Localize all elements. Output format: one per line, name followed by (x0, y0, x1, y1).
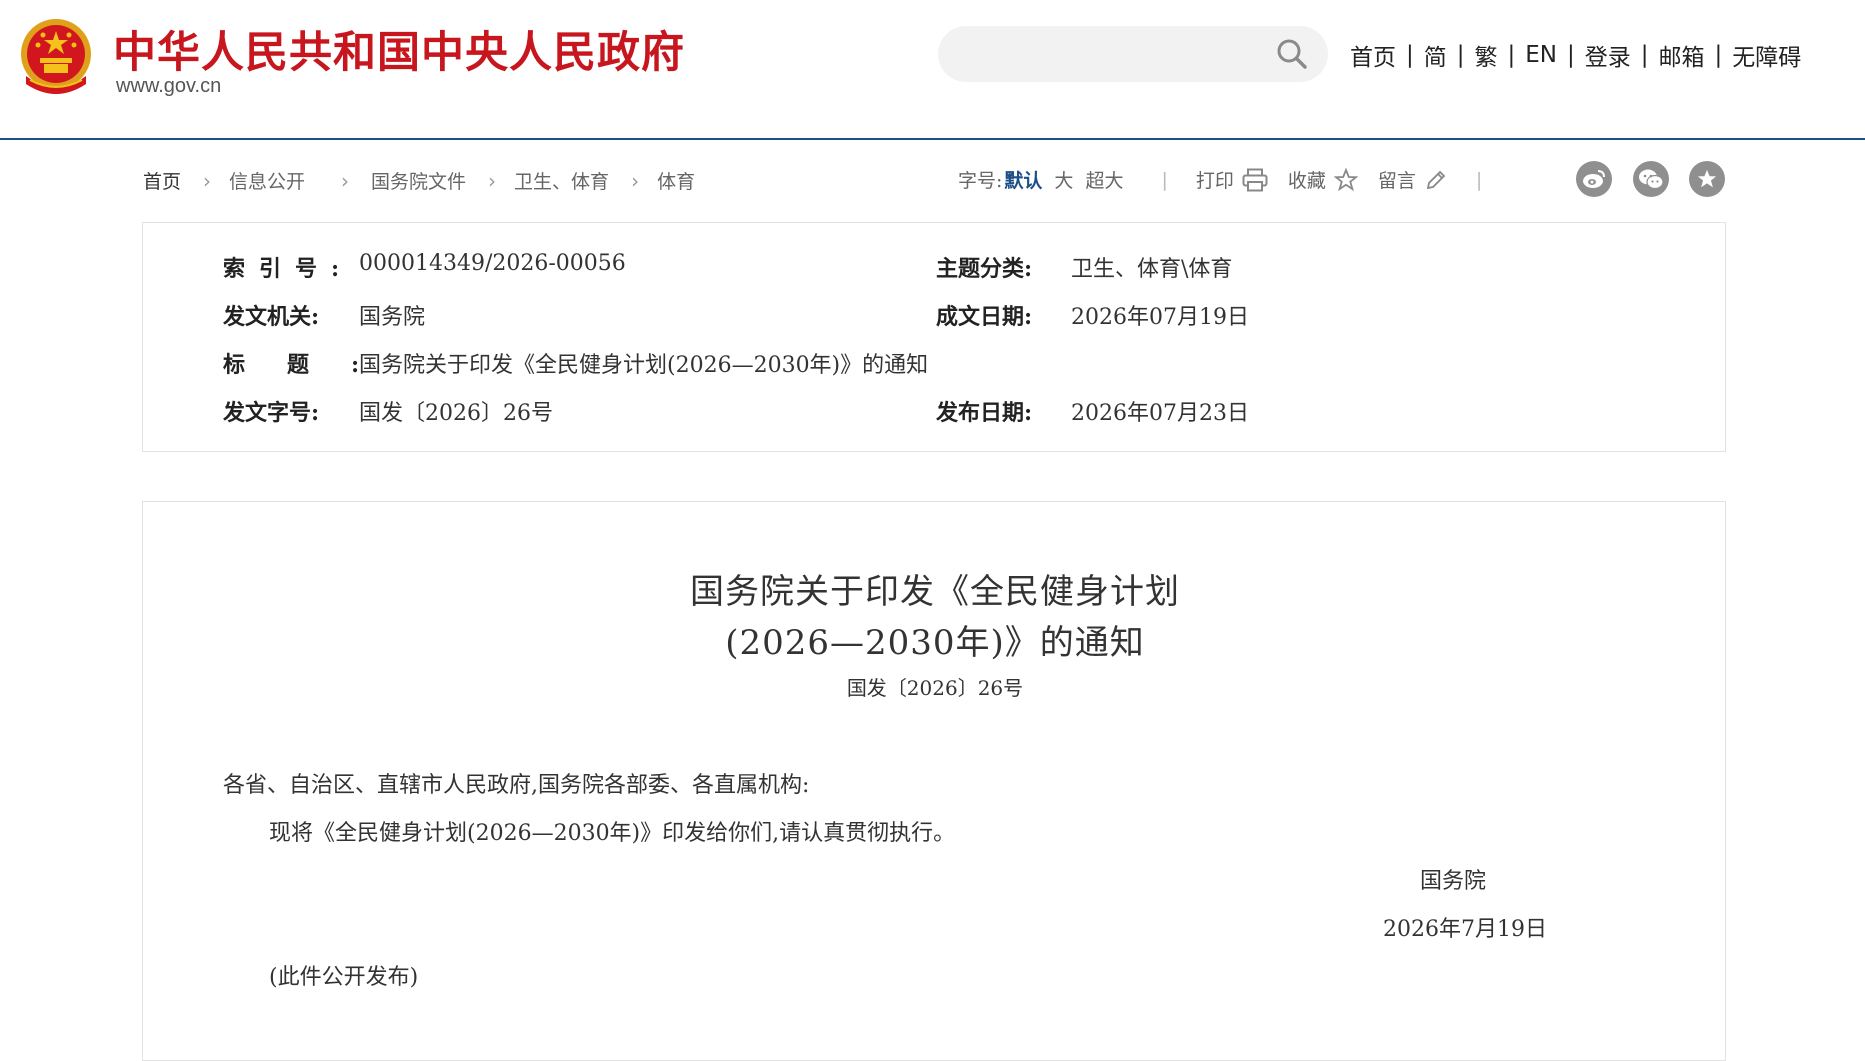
publish-date-value: 2026年07月23日 (1071, 401, 1249, 426)
topic-label: 主题分类: (936, 256, 1033, 282)
breadcrumb-state-council-docs[interactable]: 国务院文件 (371, 167, 466, 194)
font-size-default[interactable]: 默认 (1004, 166, 1042, 193)
article-paragraph: 现将《全民健身计划(2026—2030年)》印发给你们,请认真贯彻执行。 (269, 821, 956, 846)
site-title[interactable]: 中华人民共和国中央人民政府 (113, 18, 685, 80)
site-header: 中华人民共和国中央人民政府 www.gov.cn 首页 | 简 | 繁 | EN | 登… (0, 0, 1865, 140)
print-button[interactable]: 打印 (1196, 166, 1268, 193)
index-number-label: 索引号: (223, 256, 354, 282)
printer-icon (1242, 168, 1268, 191)
breadcrumb-health-sports[interactable]: 卫生、体育 (514, 167, 609, 194)
share-favorite[interactable] (1689, 161, 1725, 197)
title-value: 国务院关于印发《全民健身计划(2026—2030年)》的通知 (359, 353, 929, 378)
article-date: 2026年7月19日 (1383, 917, 1547, 942)
nav-english[interactable]: EN (1525, 42, 1557, 68)
nav-divider: | (1456, 42, 1465, 68)
weibo-icon (1583, 170, 1605, 188)
doc-number-value: 国发〔2026〕26号 (359, 401, 553, 426)
tools-divider: | (1475, 168, 1483, 191)
document-metadata: 索引号: 000014349/2026-00056 主题分类: 卫生、体育\体育… (142, 222, 1726, 452)
share-weibo[interactable] (1576, 161, 1612, 197)
nav-divider: | (1640, 42, 1649, 68)
article-salutation: 各省、自治区、直辖市人民政府,国务院各部委、各直属机构: (223, 773, 810, 798)
nav-accessibility[interactable]: 无障碍 (1732, 38, 1801, 72)
chevron-right-icon: › (203, 168, 212, 193)
font-size-xlarge[interactable]: 超大 (1085, 166, 1123, 193)
search-input[interactable] (938, 26, 1328, 82)
doc-number-label: 发文字号: (223, 400, 320, 426)
pencil-icon (1426, 170, 1446, 189)
national-emblem-logo[interactable] (18, 14, 94, 100)
index-number-value: 000014349/2026-00056 (359, 251, 626, 276)
favorite-star-icon (1697, 169, 1717, 188)
topic-value: 卫生、体育\体育 (1071, 257, 1233, 282)
star-outline-icon (1333, 167, 1358, 191)
font-size-large[interactable]: 大 (1054, 166, 1073, 193)
top-nav: 首页 | 简 | 繁 | EN | 登录 | 邮箱 | 无障碍 (1350, 38, 1801, 72)
share-wechat[interactable] (1633, 161, 1669, 197)
written-date-label: 成文日期: (936, 304, 1033, 330)
article-doc-number: 国发〔2026〕26号 (846, 676, 1024, 700)
breadcrumb-home[interactable]: 首页 (143, 167, 181, 194)
print-label: 打印 (1195, 170, 1234, 192)
written-date-value: 2026年07月19日 (1071, 305, 1249, 330)
nav-mail[interactable]: 邮箱 (1659, 38, 1705, 72)
article-body: 国务院关于印发《全民健身计划 (2026—2030年)》的通知 国发〔2026〕… (142, 501, 1726, 1061)
breadcrumb-sports[interactable]: 体育 (657, 167, 695, 194)
favorite-button[interactable]: 收藏 (1288, 166, 1358, 193)
comment-button[interactable]: 留言 (1378, 166, 1448, 193)
chevron-right-icon: › (488, 168, 497, 193)
issuer-value: 国务院 (359, 305, 426, 330)
nav-divider: | (1714, 42, 1723, 68)
breadcrumb-info-public[interactable]: 信息公开 (229, 167, 305, 194)
article-title-line2: (2026—2030年)》的通知 (725, 623, 1145, 663)
breadcrumb: 首页 › 信息公开 › 国务院文件 › 卫生、体育 › 体育 (143, 167, 695, 194)
comment-label: 留言 (1377, 170, 1416, 192)
nav-simplified[interactable]: 简 (1424, 38, 1447, 72)
favorite-label: 收藏 (1287, 170, 1326, 192)
nav-traditional[interactable]: 繁 (1475, 38, 1498, 72)
article-publish-note: (此件公开发布) (269, 965, 419, 990)
issuer-label: 发文机关: (223, 304, 320, 330)
nav-login[interactable]: 登录 (1585, 38, 1631, 72)
chevron-right-icon: › (341, 168, 350, 193)
publish-date-label: 发布日期: (936, 400, 1033, 426)
article-title-line1: 国务院关于印发《全民健身计划 (690, 572, 1180, 612)
tools-divider: | (1161, 168, 1168, 191)
page-tools: 字号: 默认 大 超大 | 打印 收藏 留言 | (958, 166, 1482, 193)
nav-home[interactable]: 首页 (1350, 38, 1396, 72)
search-icon[interactable] (1276, 38, 1308, 70)
article-signature: 国务院 (1420, 869, 1487, 894)
nav-divider: | (1567, 42, 1575, 68)
site-url[interactable]: www.gov.cn (116, 75, 221, 98)
nav-divider: | (1406, 42, 1414, 68)
chevron-right-icon: › (631, 168, 640, 193)
wechat-icon (1639, 169, 1664, 190)
nav-divider: | (1507, 42, 1516, 68)
font-size-label: 字号: (958, 170, 1003, 192)
